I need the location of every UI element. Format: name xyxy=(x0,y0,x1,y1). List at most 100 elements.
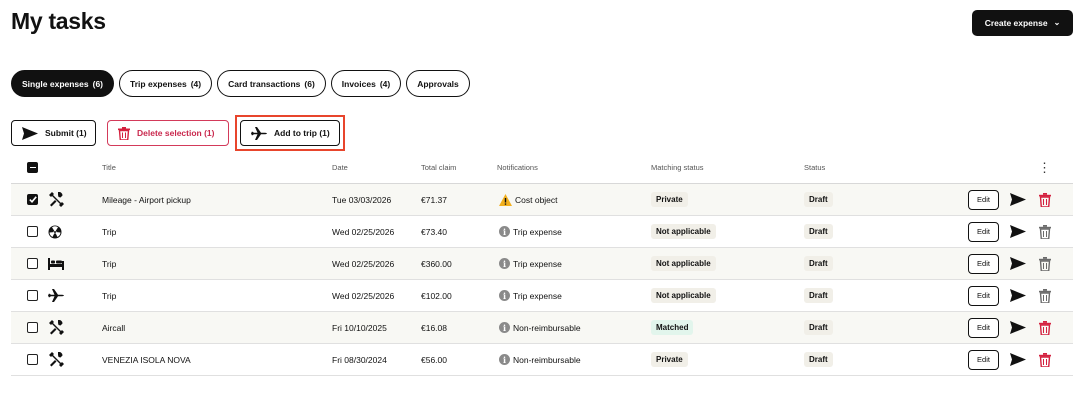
row-notification: Trip expense xyxy=(513,258,562,269)
tab-trip-expenses[interactable]: Trip expenses (4) xyxy=(119,70,213,97)
row-checkbox[interactable] xyxy=(27,226,38,237)
radiation-icon xyxy=(48,216,62,247)
tab-card-transactions[interactable]: Card transactions (6) xyxy=(217,70,326,97)
tab-label: Card transactions xyxy=(228,78,301,89)
delete-selection-button[interactable]: Delete selection (1) xyxy=(107,120,229,146)
create-expense-label: Create expense xyxy=(984,18,1048,28)
row-total: €71.37 xyxy=(421,194,447,205)
send-icon[interactable] xyxy=(1010,280,1026,311)
tab-label: Invoices xyxy=(341,78,376,89)
info-icon: i xyxy=(499,290,510,301)
header-notifications: Notifications xyxy=(497,163,538,172)
send-icon[interactable] xyxy=(1010,184,1026,215)
more-options-icon[interactable]: ⋮ xyxy=(1038,152,1051,183)
row-title: Trip xyxy=(102,258,117,269)
status-badge: Draft xyxy=(804,192,833,207)
trash-icon xyxy=(118,126,130,140)
row-total: €360.00 xyxy=(421,258,452,269)
trash-icon[interactable] xyxy=(1039,248,1051,279)
tab-count: (6) xyxy=(304,78,315,89)
matching-status-badge: Private xyxy=(651,192,688,207)
send-icon xyxy=(22,126,38,140)
row-checkbox[interactable] xyxy=(27,322,38,333)
send-icon[interactable] xyxy=(1010,216,1026,247)
send-icon[interactable] xyxy=(1010,344,1026,375)
tab-approvals[interactable]: Approvals xyxy=(406,70,470,97)
table-row[interactable]: Trip Wed 02/25/2026 €73.40 i Trip expense Not… xyxy=(11,216,1073,248)
chevron-down-icon: ⌄ xyxy=(1053,17,1061,27)
row-title: Mileage - Airport pickup xyxy=(102,194,191,205)
tab-invoices[interactable]: Invoices (4) xyxy=(330,70,402,97)
header-status: Status xyxy=(804,163,826,172)
row-title: Aircall xyxy=(102,322,126,333)
row-total: €73.40 xyxy=(421,226,447,237)
row-date: Fri 10/10/2025 xyxy=(332,322,387,333)
table-row[interactable]: VENEZIA ISOLA NOVA Fri 08/30/2024 €56.00 i N… xyxy=(11,344,1073,376)
add-to-trip-highlight: Add to trip (1) xyxy=(235,115,345,151)
info-icon: i xyxy=(499,354,510,365)
table-row[interactable]: Trip Wed 02/25/2026 €102.00 i Trip expense No… xyxy=(11,280,1073,312)
trash-icon[interactable] xyxy=(1039,216,1051,247)
row-date: Fri 08/30/2024 xyxy=(332,354,387,365)
send-icon[interactable] xyxy=(1010,248,1026,279)
header-total: Total claim xyxy=(421,163,457,172)
add-to-trip-label: Add to trip (1) xyxy=(274,128,330,138)
row-checkbox[interactable] xyxy=(27,290,38,301)
warning-icon xyxy=(499,193,512,206)
header-title: Title xyxy=(102,163,116,172)
edit-button[interactable]: Edit xyxy=(968,349,999,370)
status-badge: Draft xyxy=(804,256,833,271)
trash-icon[interactable] xyxy=(1039,344,1051,375)
info-icon: i xyxy=(499,258,510,269)
delete-selection-label: Delete selection (1) xyxy=(137,128,215,138)
submit-button[interactable]: Submit (1) xyxy=(11,120,96,146)
trash-icon[interactable] xyxy=(1039,280,1051,311)
create-expense-button[interactable]: Create expense ⌄ xyxy=(972,10,1073,36)
edit-button[interactable]: Edit xyxy=(968,221,999,242)
row-checkbox[interactable] xyxy=(27,194,38,205)
matching-status-badge: Not applicable xyxy=(651,256,716,271)
row-checkbox[interactable] xyxy=(27,354,38,365)
info-icon: i xyxy=(499,322,510,333)
row-title: Trip xyxy=(102,226,117,237)
add-to-trip-button[interactable]: Add to trip (1) xyxy=(240,120,340,146)
header-date: Date xyxy=(332,163,348,172)
bed-icon xyxy=(48,248,64,279)
airplane-icon xyxy=(251,126,267,140)
send-icon[interactable] xyxy=(1010,312,1026,343)
row-title: VENEZIA ISOLA NOVA xyxy=(102,354,191,365)
info-icon: i xyxy=(499,226,510,237)
trash-icon[interactable] xyxy=(1039,184,1051,215)
edit-button[interactable]: Edit xyxy=(968,317,999,338)
matching-status-badge: Not applicable xyxy=(651,224,716,239)
airplane-icon xyxy=(48,280,64,311)
tools-icon xyxy=(48,184,64,215)
expenses-table: Title Date Total claim Notifications Mat… xyxy=(11,152,1073,376)
row-date: Wed 02/25/2026 xyxy=(332,290,395,301)
header-matching-status: Matching status xyxy=(651,163,704,172)
tab-count: (4) xyxy=(379,78,391,89)
row-notification: Trip expense xyxy=(513,226,562,237)
row-checkbox[interactable] xyxy=(27,258,38,269)
row-total: €102.00 xyxy=(421,290,452,301)
tools-icon xyxy=(48,312,64,343)
matching-status-badge: Matched xyxy=(651,320,694,335)
table-row[interactable]: Trip Wed 02/25/2026 €360.00 i Trip expense No… xyxy=(11,248,1073,280)
edit-button[interactable]: Edit xyxy=(968,189,999,210)
select-all-checkbox[interactable] xyxy=(27,162,38,173)
matching-status-badge: Not applicable xyxy=(651,288,716,303)
row-notification: Non-reimbursable xyxy=(513,354,581,365)
status-badge: Draft xyxy=(804,352,833,367)
row-notification: Non-reimbursable xyxy=(513,322,581,333)
edit-button[interactable]: Edit xyxy=(968,253,999,274)
trash-icon[interactable] xyxy=(1039,312,1051,343)
tab-label: Approvals xyxy=(417,78,459,89)
tab-label: Single expenses xyxy=(22,78,89,89)
table-row[interactable]: Mileage - Airport pickup Tue 03/03/2026 €7… xyxy=(11,184,1073,216)
row-date: Wed 02/25/2026 xyxy=(332,258,395,269)
table-row[interactable]: Aircall Fri 10/10/2025 €16.08 i Non-reimburs… xyxy=(11,312,1073,344)
edit-button[interactable]: Edit xyxy=(968,285,999,306)
tab-count: (4) xyxy=(190,78,202,89)
tab-single-expenses[interactable]: Single expenses (6) xyxy=(11,70,115,97)
page-title: My tasks xyxy=(11,8,106,34)
